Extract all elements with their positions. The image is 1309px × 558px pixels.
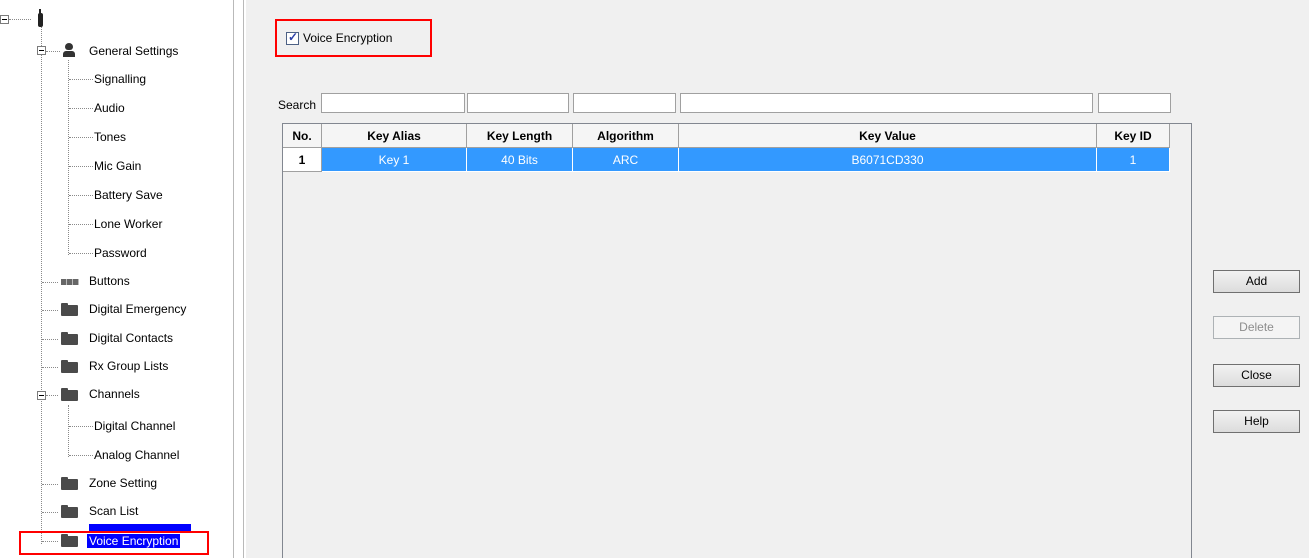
tree-item-label: Digital Emergency — [89, 302, 187, 316]
cell-key-id[interactable]: 1 — [1097, 148, 1170, 172]
tree-item-general-settings[interactable]: General Settings — [87, 42, 180, 60]
column-header-key-length[interactable]: Key Length — [467, 124, 573, 148]
tree-item-label: Battery Save — [94, 188, 163, 202]
tree-item-label: Digital Contacts — [89, 331, 174, 345]
folder-icon — [61, 388, 78, 401]
tree-item-label: Tones — [94, 130, 127, 144]
tree-item-buttons[interactable]: Buttons — [87, 272, 132, 290]
tree-item-label: General Settings — [89, 44, 179, 58]
column-header-key-alias[interactable]: Key Alias — [322, 124, 467, 148]
search-key-alias-input[interactable] — [321, 93, 465, 113]
column-header-key-id[interactable]: Key ID — [1097, 124, 1170, 148]
tree-item-tones[interactable]: Tones — [94, 128, 126, 146]
cell-algorithm[interactable]: ARC — [573, 148, 679, 172]
tree-item-label: Password — [94, 246, 147, 260]
close-button[interactable]: Close — [1213, 364, 1300, 387]
folder-icon — [61, 477, 78, 490]
cell-key-value[interactable]: B6071CD330 — [679, 148, 1097, 172]
navigation-tree: General Settings Signalling Audio Tones … — [0, 0, 232, 558]
tree-item-label: Scan List — [89, 504, 139, 518]
search-key-value-input[interactable] — [680, 93, 1093, 113]
tree-item-label: Mic Gain — [94, 159, 142, 173]
tree-item-label: Signalling — [94, 72, 147, 86]
voice-encryption-label: Voice Encryption — [303, 31, 393, 45]
tree-item-mic-gain[interactable]: Mic Gain — [94, 157, 141, 175]
folder-icon — [61, 360, 78, 373]
tree-item-signalling[interactable]: Signalling — [94, 70, 146, 88]
tree-item-analog-channel[interactable]: Analog Channel — [94, 446, 179, 464]
cell-key-length[interactable]: 40 Bits — [467, 148, 573, 172]
person-icon — [62, 43, 76, 57]
tree-item-scan-list[interactable]: Scan List — [87, 502, 140, 520]
folder-icon — [61, 332, 78, 345]
column-header-algorithm[interactable]: Algorithm — [573, 124, 679, 148]
cell-no[interactable]: 1 — [283, 148, 322, 172]
tree-item-label: Audio — [94, 101, 125, 115]
tree-item-password[interactable]: Password — [94, 244, 147, 262]
channels-collapse-toggle[interactable] — [37, 391, 46, 400]
cell-key-alias[interactable]: Key 1 — [322, 148, 467, 172]
tree-item-rx-group-lists[interactable]: Rx Group Lists — [87, 357, 170, 375]
tree-item-channels[interactable]: Channels — [87, 385, 142, 403]
tree-item-label: Lone Worker — [94, 217, 163, 231]
help-button[interactable]: Help — [1213, 410, 1300, 433]
tree-item-label: Buttons — [89, 274, 130, 288]
tree-item-label: Rx Group Lists — [89, 359, 169, 373]
folder-icon — [61, 303, 78, 316]
voice-encryption-checkbox[interactable] — [286, 30, 299, 45]
tree-item-battery-save[interactable]: Battery Save — [94, 186, 163, 204]
key-table: No. Key Alias Key Length Algorithm Key V… — [282, 123, 1192, 558]
column-header-key-value[interactable]: Key Value — [679, 124, 1097, 148]
folder-icon — [61, 505, 78, 518]
tree-item-label: Zone Setting — [89, 476, 158, 490]
search-key-length-input[interactable] — [467, 93, 569, 113]
radio-icon — [38, 9, 43, 27]
tree-item-digital-emergency[interactable]: Digital Emergency — [87, 300, 188, 318]
tree-item-label: Digital Channel — [94, 419, 176, 433]
delete-button[interactable]: Delete — [1213, 316, 1300, 339]
voice-encryption-panel: Voice Encryption Search No. Key Alias Ke… — [246, 0, 1309, 558]
search-key-id-input[interactable] — [1098, 93, 1171, 113]
buttons-icon — [61, 279, 79, 285]
root-collapse-toggle[interactable] — [0, 15, 9, 24]
tree-item-audio[interactable]: Audio — [94, 99, 125, 117]
tree-item-lone-worker[interactable]: Lone Worker — [94, 215, 162, 233]
tree-item-label: Analog Channel — [94, 448, 180, 462]
tree-item-digital-contacts[interactable]: Digital Contacts — [87, 329, 175, 347]
tree-item-label: Channels — [89, 387, 140, 401]
column-header-no[interactable]: No. — [283, 124, 322, 148]
general-settings-collapse-toggle[interactable] — [37, 46, 46, 55]
splitter[interactable] — [232, 0, 246, 558]
highlight-box — [19, 531, 209, 555]
add-button[interactable]: Add — [1213, 270, 1300, 293]
search-label: Search — [278, 98, 317, 112]
search-algorithm-input[interactable] — [573, 93, 676, 113]
tree-item-zone-setting[interactable]: Zone Setting — [87, 474, 159, 492]
tree-item-digital-channel[interactable]: Digital Channel — [94, 417, 175, 435]
